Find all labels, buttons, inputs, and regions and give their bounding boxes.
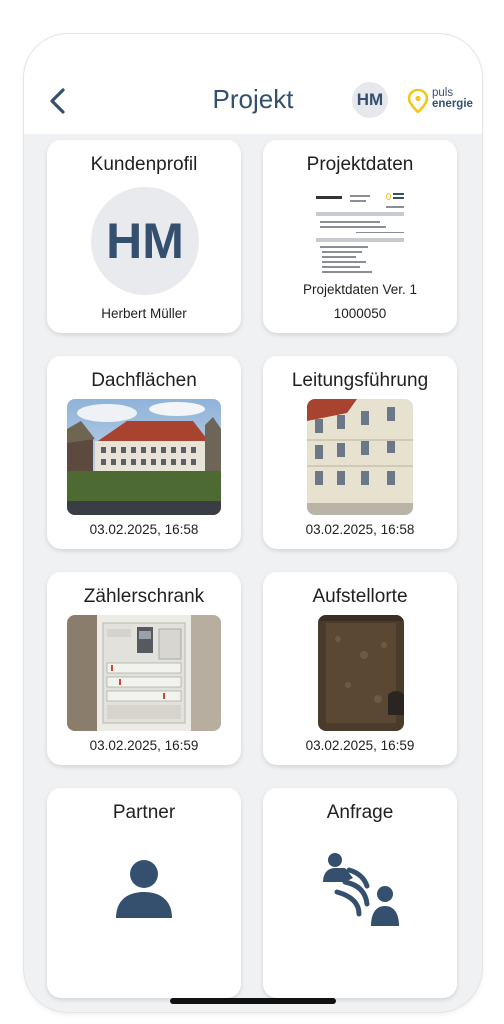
card-title: Projektdaten [306, 154, 414, 175]
card-title: Zählerschrank [83, 586, 205, 607]
customer-avatar: HM [91, 187, 199, 295]
card-partner[interactable]: Partner [47, 788, 241, 998]
phone-frame: Projekt HM puls energie Kundenprofil HM … [24, 34, 482, 1012]
card-anfrage[interactable]: Anfrage [263, 788, 457, 998]
customer-name: Herbert Müller [101, 306, 187, 321]
card-title: Partner [112, 802, 176, 823]
card-title: Anfrage [326, 802, 394, 823]
card-title: Leitungsführung [291, 370, 429, 391]
installation-site-photo [318, 615, 404, 731]
document-label: Projektdaten Ver. 1 [302, 282, 418, 297]
home-indicator[interactable] [170, 998, 336, 1004]
meter-cabinet-photo [67, 615, 221, 731]
card-title: Aufstellorte [312, 586, 408, 607]
document-thumbnail [316, 190, 408, 274]
building-photo [307, 399, 413, 515]
location-pin-icon [408, 89, 428, 113]
timestamp: 03.02.2025, 16:58 [89, 522, 199, 537]
card-title: Kundenprofil [90, 154, 198, 175]
card-title: Dachflächen [91, 370, 197, 391]
app-header: Projekt HM puls energie [24, 34, 482, 134]
timestamp: 03.02.2025, 16:59 [305, 738, 415, 753]
puls-energie-logo: puls energie [408, 87, 478, 114]
project-number: 1000050 [333, 306, 387, 321]
card-aufstellorte[interactable]: Aufstellorte 03.02.2025, 16:59 [263, 572, 457, 765]
card-dachflaechen[interactable]: Dachflächen 03.02.2025, 16:58 [47, 356, 241, 549]
card-zaehlerschrank[interactable]: Zählerschrank 03.02.2025, 16:59 [47, 572, 241, 765]
timestamp: 03.02.2025, 16:58 [305, 522, 415, 537]
logo-text: puls energie [432, 87, 473, 110]
person-icon [116, 860, 172, 918]
card-projektdaten[interactable]: Projektdaten Projektdaten Ver. 1 1000050 [263, 140, 457, 333]
card-leitungsfuehrung[interactable]: Leitungsführung 03.02.2025, 16:58 [263, 356, 457, 549]
logo-line-2: energie [432, 98, 473, 110]
timestamp: 03.02.2025, 16:59 [89, 738, 199, 753]
card-kundenprofil[interactable]: Kundenprofil HM Herbert Müller [47, 140, 241, 333]
contact-request-icon [323, 853, 399, 926]
user-avatar[interactable]: HM [352, 82, 388, 118]
roof-photo [67, 399, 221, 515]
